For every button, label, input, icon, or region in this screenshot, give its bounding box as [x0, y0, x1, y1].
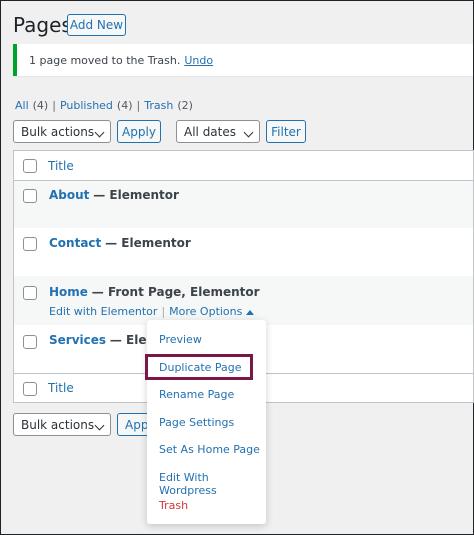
menu-item-edit-with-wordpress[interactable]: Edit With Wordpress	[159, 471, 266, 497]
add-new-button[interactable]: Add New	[67, 14, 126, 36]
dates-value: All dates	[184, 124, 237, 139]
page-title: Pages	[13, 13, 72, 37]
menu-item-rename-page[interactable]: Rename Page	[159, 388, 234, 401]
view-published[interactable]: Published	[60, 99, 113, 112]
row-title-about: About — Elementor	[49, 188, 179, 202]
undo-link[interactable]: Undo	[184, 54, 213, 67]
menu-item-trash[interactable]: Trash	[159, 499, 188, 512]
title-column-header[interactable]: Title	[48, 159, 74, 173]
status-views: All (4) | Published (4) | Trash (2)	[15, 99, 193, 112]
select-all-checkbox-footer[interactable]	[23, 382, 37, 396]
row-checkbox[interactable]	[23, 237, 37, 251]
filter-button[interactable]: Filter	[266, 120, 306, 143]
row-state: — Elementor	[93, 188, 179, 202]
row-state: — Front Page, Elementor	[91, 285, 260, 299]
row-checkbox[interactable]	[23, 189, 37, 203]
select-all-checkbox[interactable]	[23, 159, 37, 173]
notice-text: 1 page moved to the Trash.	[29, 53, 181, 67]
view-separator: |	[52, 99, 56, 112]
row-title-link[interactable]: Services	[49, 333, 106, 347]
view-published-count: (4)	[116, 99, 133, 112]
row-title-link[interactable]: About	[49, 188, 89, 202]
row-actions: Edit with Elementor | More Options	[49, 305, 255, 318]
row-title-contact: Contact — Elementor	[49, 236, 191, 250]
bulk-actions-select-bottom[interactable]: Bulk actions	[13, 413, 111, 436]
bulk-actions-value: Bulk actions	[21, 124, 95, 139]
row-action-separator: |	[161, 305, 166, 318]
chevron-down-icon	[94, 420, 105, 431]
menu-item-set-as-home-page[interactable]: Set As Home Page	[159, 443, 260, 456]
menu-item-duplicate-page[interactable]: Duplicate Page	[159, 361, 242, 374]
row-checkbox[interactable]	[23, 286, 37, 300]
chevron-down-icon	[243, 127, 254, 138]
menu-item-page-settings[interactable]: Page Settings	[159, 416, 234, 429]
row-state: — Elementor	[105, 236, 191, 250]
more-options-link[interactable]: More Options	[169, 305, 242, 318]
apply-button[interactable]: Apply	[117, 120, 161, 143]
dates-select[interactable]: All dates	[176, 120, 260, 143]
menu-item-preview[interactable]: Preview	[159, 333, 202, 346]
caret-up-icon	[246, 309, 255, 315]
view-trash[interactable]: Trash	[144, 99, 173, 112]
bulk-actions-value: Bulk actions	[21, 417, 95, 432]
row-title-link[interactable]: Home	[49, 285, 88, 299]
view-all-count: (4)	[32, 99, 49, 112]
trash-notice: 1 page moved to the Trash. Undo	[13, 44, 473, 76]
row-checkbox[interactable]	[23, 335, 37, 349]
more-options-menu: Preview Duplicate Page Rename Page Page …	[145, 320, 266, 524]
title-column-footer[interactable]: Title	[48, 381, 74, 395]
row-title-link[interactable]: Contact	[49, 236, 101, 250]
view-separator: |	[136, 99, 141, 112]
chevron-down-icon	[94, 127, 105, 138]
view-trash-count: (2)	[177, 99, 193, 112]
edit-with-elementor-link[interactable]: Edit with Elementor	[49, 305, 157, 318]
table-header	[14, 151, 473, 181]
row-title-home: Home — Front Page, Elementor	[49, 285, 260, 299]
view-all[interactable]: All	[15, 99, 29, 112]
bulk-actions-select[interactable]: Bulk actions	[13, 120, 111, 143]
